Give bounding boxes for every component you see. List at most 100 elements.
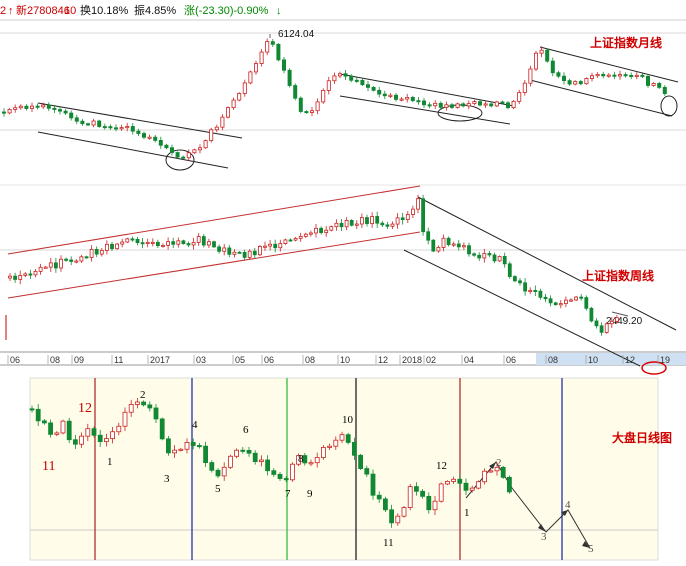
daily-candle [345,434,351,443]
monthly-candle [108,126,113,129]
weekly-candle [390,223,395,227]
weekly-candle [395,217,400,225]
daily-candle [420,490,426,497]
monthly-candle [640,74,645,77]
daily-candle [413,486,419,492]
weekly-candle [416,198,420,210]
weekly-candle [135,239,140,244]
monthly-candle [181,156,186,159]
weekly-title: 上证指数周线 [582,268,654,283]
daily-candle [203,445,209,463]
monthly-candle [164,144,169,149]
weekly-x-tick-label: 19 [660,355,670,365]
weekly-candle [574,296,578,301]
wave-label: 7 [285,488,291,500]
monthly-candle [293,85,298,99]
weekly-candle [48,262,53,268]
weekly-candle [615,317,619,322]
weekly-candle [120,241,125,245]
weekly-candle [64,258,68,261]
monthly-candle [186,152,191,159]
daily-candle [488,470,494,473]
header-turnover: 换10.18% [80,3,129,17]
daily-candle [463,482,469,491]
monthly-candle [169,147,174,153]
weekly-x-tick-label: 06 [506,355,516,365]
weekly-candle [375,216,380,224]
wave-label: 4 [192,419,198,431]
monthly-candle [405,96,410,100]
monthly-candle [276,43,281,61]
weekly-candle [293,237,298,241]
monthly-candle [41,104,46,108]
daily-candle [308,462,314,465]
daily-candle [389,509,395,524]
monthly-candle [326,80,331,91]
weekly-candle [421,198,426,233]
monthly-candle [220,116,225,128]
weekly-candles [8,194,619,336]
daily-candle [42,420,47,424]
daily-candle [426,495,432,511]
weekly-candle [242,251,247,258]
monthly-candle [74,117,79,122]
daily-candle [438,483,444,502]
monthly-candle [281,59,286,71]
daily-candle [364,468,370,475]
weekly-candle [227,247,232,255]
daily-candle [172,449,178,454]
weekly-candle [528,289,533,292]
monthly-candle [494,101,499,107]
weekly-candle [497,256,502,262]
monthly-candle [646,75,651,86]
weekly-candle [349,219,354,226]
weekly-candle [477,254,482,259]
monthly-candle [24,105,29,109]
daily-candle [314,457,320,464]
monthly-candle [287,69,292,86]
monthly-candle [472,101,477,105]
weekly-candle [206,241,211,246]
monthly-candle [500,101,505,104]
weekly-candle [69,259,74,262]
daily-candle [128,404,134,413]
weekly-candle [130,238,135,241]
weekly-candle [329,226,334,231]
weekly-candle [344,219,349,228]
wave-label: 5 [588,543,594,555]
monthly-candle [237,93,242,101]
monthly-candle [130,126,135,132]
weekly-candle [426,231,431,241]
monthly-candle [309,110,314,113]
monthly-candle [517,92,522,102]
daily-candle [376,494,382,500]
monthly-candle [91,120,96,126]
monthly-candle [590,75,595,79]
weekly-x-tick-label: 03 [196,355,206,365]
daily-candle [209,462,215,471]
weekly-candle [155,241,160,247]
weekly-candle [161,244,165,247]
weekly-candle [288,239,293,242]
monthly-candle [489,103,494,107]
daily-candle [506,476,512,493]
daily-candle [482,470,488,483]
daily-candle [395,515,401,524]
daily-candle [252,452,258,463]
daily-candle [370,473,376,496]
monthly-peak-label: 6124.04 [278,29,315,40]
monthly-candle [136,130,141,134]
monthly-candle [2,111,7,114]
wave-label: 6 [243,424,249,436]
weekly-x-tick-label: 10 [340,355,350,365]
monthly-candle [371,87,376,91]
weekly-candle [278,243,283,249]
weekly-candle [89,249,94,258]
wave-label: 3 [164,473,170,485]
daily-candle [358,454,364,469]
daily-candle [451,478,457,482]
weekly-candle [54,262,58,269]
monthly-candle [7,109,12,114]
monthly-candle [231,99,236,109]
daily-candle [401,507,407,517]
